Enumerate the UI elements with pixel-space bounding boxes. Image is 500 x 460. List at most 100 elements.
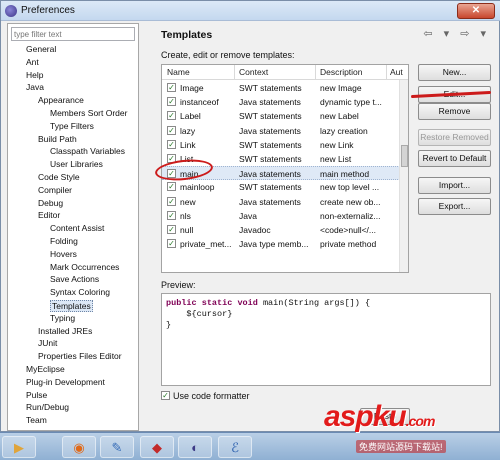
tree-item-user-libraries[interactable]: User Libraries xyxy=(50,159,103,169)
use-code-formatter-label: Use code formatter xyxy=(173,391,250,401)
tree-item-properties-files-editor[interactable]: Properties Files Editor xyxy=(38,351,122,361)
tree-item-appearance[interactable]: Appearance xyxy=(38,95,84,105)
template-enabled-checkbox[interactable]: ✓ xyxy=(167,182,176,192)
tree-item-hovers[interactable]: Hovers xyxy=(50,249,77,259)
table-row[interactable]: ✓ instanceof Java statements dynamic type t… xyxy=(162,95,400,109)
filter-input[interactable] xyxy=(11,27,135,41)
template-enabled-checkbox[interactable]: ✓ xyxy=(167,139,176,149)
tree-item-build-path[interactable]: Build Path xyxy=(38,134,77,144)
keyword-void: void xyxy=(237,298,258,308)
cell-name: Link xyxy=(180,139,196,150)
tree-item-pulse[interactable]: Pulse xyxy=(26,390,47,400)
myeclipse-icon[interactable]: ℰ xyxy=(218,436,252,458)
tree-item-run-debug[interactable]: Run/Debug xyxy=(26,402,69,412)
tree-item-syntax-coloring[interactable]: Syntax Coloring xyxy=(50,287,110,297)
cell-description: new List xyxy=(320,154,352,164)
tree-item-ant[interactable]: Ant xyxy=(26,57,39,67)
cell-context: Java type memb... xyxy=(239,239,309,250)
tree-item-folding[interactable]: Folding xyxy=(50,236,78,246)
method-signature: main(String args[]) { xyxy=(262,298,371,308)
template-enabled-checkbox[interactable]: ✓ xyxy=(167,97,176,107)
use-code-formatter-checkbox[interactable]: ✓ xyxy=(161,391,170,400)
navigation-arrows[interactable]: ⇦ ▾ ⇨ ▾ xyxy=(423,27,490,40)
eraser-app-icon[interactable]: ◆ xyxy=(140,436,174,458)
tree-item-templates[interactable]: Templates xyxy=(50,300,93,312)
tree-item-members-sort-order[interactable]: Members Sort Order xyxy=(50,108,127,118)
column-header-description[interactable]: Description xyxy=(320,67,363,77)
preferences-tree-panel: General Ant Help Java Appearance Members Sort… xyxy=(7,23,139,431)
table-row[interactable]: ✓ new Java statements create new ob... xyxy=(162,195,400,209)
tree-item-save-actions[interactable]: Save Actions xyxy=(50,274,99,284)
cell-context: SWT statements xyxy=(239,111,302,122)
cell-description: new Link xyxy=(320,139,354,150)
template-enabled-checkbox[interactable]: ✓ xyxy=(167,83,176,92)
table-row[interactable]: ✓ null Javadoc <code>null</... xyxy=(162,223,400,237)
table-row[interactable]: ✓ private_met... Java type memb... private … xyxy=(162,237,400,251)
watermark-logo: aspku.com 免费网站源码下载站! xyxy=(324,400,494,458)
template-enabled-checkbox[interactable]: ✓ xyxy=(167,125,176,135)
table-row[interactable]: ✓ Label SWT statements new Label xyxy=(162,109,400,123)
cell-name: nls xyxy=(180,210,191,221)
cell-context: Java statements xyxy=(239,169,301,180)
tree-item-general[interactable]: General xyxy=(26,44,56,54)
paint-icon[interactable]: ✎ xyxy=(100,436,134,458)
table-row[interactable]: ✓ lazy Java statements lazy creation xyxy=(162,124,400,138)
tree-item-team[interactable]: Team xyxy=(26,415,47,425)
template-enabled-checkbox[interactable]: ✓ xyxy=(167,210,176,220)
cell-description: lazy creation xyxy=(320,125,368,136)
column-header-context[interactable]: Context xyxy=(239,67,268,77)
tree-item-myeclipse[interactable]: MyEclipse xyxy=(26,364,65,374)
eclipse-icon[interactable]: ◐ xyxy=(178,436,212,458)
tree-item-installed-jres[interactable]: Installed JREs xyxy=(38,326,92,336)
table-header: Name Context Description Aut xyxy=(162,65,408,80)
column-separator xyxy=(386,65,387,80)
cell-name: Image xyxy=(180,83,204,93)
column-header-name[interactable]: Name xyxy=(167,67,190,77)
browser-icon[interactable]: ◉ xyxy=(62,436,96,458)
tree-item-type-filters[interactable]: Type Filters xyxy=(50,121,94,131)
template-enabled-checkbox[interactable]: ✓ xyxy=(167,196,176,206)
close-button[interactable]: ✕ xyxy=(457,3,495,19)
media-player-icon[interactable]: ▶ xyxy=(2,436,36,458)
table-row[interactable]: ✓ Image SWT statements new Image xyxy=(162,81,400,95)
column-separator xyxy=(315,65,316,80)
tree-item-mark-occurrences[interactable]: Mark Occurrences xyxy=(50,262,119,272)
new-button[interactable]: New... xyxy=(418,64,491,81)
tree-item-java[interactable]: Java xyxy=(26,82,44,92)
remove-button[interactable]: Remove xyxy=(418,103,491,120)
eclipse-app-icon xyxy=(5,5,17,17)
code-line-3: } xyxy=(166,320,172,330)
cell-context: SWT statements xyxy=(239,139,302,150)
import-button[interactable]: Import... xyxy=(418,177,491,194)
tree-item-debug[interactable]: Debug xyxy=(38,198,63,208)
preview-code-area[interactable]: public static void main(String args[]) {… xyxy=(161,293,491,386)
tree-item-compiler[interactable]: Compiler xyxy=(38,185,72,195)
tree-item-plug-in-development[interactable]: Plug-in Development xyxy=(26,377,105,387)
table-scrollbar[interactable] xyxy=(399,80,408,272)
tree-item-content-assist[interactable]: Content Assist xyxy=(50,223,104,233)
cell-context: Java statements xyxy=(239,97,301,108)
tree-item-code-style[interactable]: Code Style xyxy=(38,172,80,182)
tree-item-typing[interactable]: Typing xyxy=(50,313,75,323)
tree-item-help[interactable]: Help xyxy=(26,70,43,80)
title-bar: Preferences ✕ xyxy=(1,1,500,21)
table-row[interactable]: ✓ mainloop SWT statements new top level ... xyxy=(162,180,400,194)
template-enabled-checkbox[interactable]: ✓ xyxy=(167,225,176,234)
cell-name: new xyxy=(180,196,196,207)
column-header-auto[interactable]: Aut xyxy=(390,67,403,77)
tree-item-junit[interactable]: JUnit xyxy=(38,338,57,348)
table-row[interactable]: ✓ Link SWT statements new Link xyxy=(162,138,400,152)
restore-removed-button[interactable]: Restore Removed xyxy=(418,129,491,146)
template-enabled-checkbox[interactable]: ✓ xyxy=(167,111,176,121)
cell-context: Java statements xyxy=(239,196,301,207)
table-row[interactable]: ✓ nls Java non-externaliz... xyxy=(162,209,400,223)
watermark-brand: aspku.com xyxy=(324,400,435,433)
tree-item-editor[interactable]: Editor xyxy=(38,210,60,220)
export-button[interactable]: Export... xyxy=(418,198,491,215)
cell-description: new top level ... xyxy=(320,182,380,193)
preferences-window: Preferences ✕ General Ant Help Java Appearan… xyxy=(0,0,500,432)
template-enabled-checkbox[interactable]: ✓ xyxy=(167,239,176,249)
tree-item-classpath-variables[interactable]: Classpath Variables xyxy=(50,146,125,156)
revert-to-default-button[interactable]: Revert to Default xyxy=(418,150,491,167)
scrollbar-thumb[interactable] xyxy=(401,145,408,167)
